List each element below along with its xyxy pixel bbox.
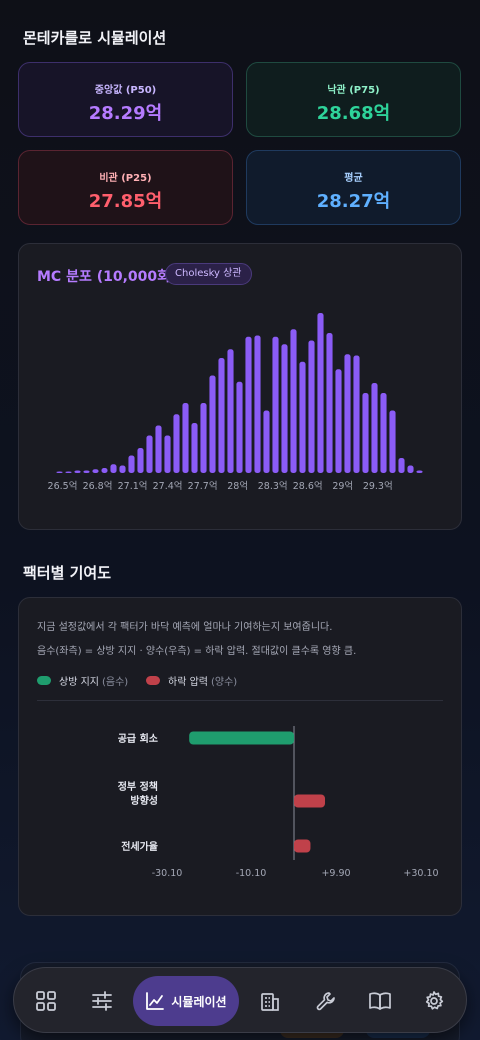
contrib-x-tick: -30.10 [152, 868, 183, 879]
histogram-bar [335, 369, 342, 473]
histogram-x-tick: 26.8억 [83, 480, 113, 492]
stat-label-p50: 중앙값 (P50) [94, 85, 157, 96]
nav-dashboard[interactable] [21, 976, 71, 1026]
histogram-bar [56, 471, 63, 473]
histogram-bar [101, 468, 108, 473]
contrib-bar [189, 731, 294, 745]
histogram-bar [137, 448, 144, 473]
stat-label-p75: 낙관 (P75) [327, 85, 380, 96]
gear-icon [425, 991, 444, 1010]
contrib-x-tick: +30.10 [403, 868, 438, 879]
histogram-x-tick: 28억 [227, 480, 248, 492]
histogram-bar [65, 471, 72, 473]
page-title: 몬테카를로 시뮬레이션 [23, 29, 167, 47]
sliders-icon [92, 991, 112, 1011]
book-icon [369, 992, 391, 1010]
nav-settings[interactable] [409, 976, 459, 1026]
wrench-icon [316, 992, 335, 1011]
contrib-x-tick: +9.90 [321, 868, 350, 879]
nav-simulation-label: 시뮬레이션 [171, 994, 227, 1009]
contrib-category-label: 공급 회소 [118, 732, 158, 745]
histogram-x-tick: 27.7억 [188, 480, 218, 492]
histogram-x-tick: 27.4억 [153, 480, 183, 492]
histogram-bar [110, 464, 117, 473]
histogram-bar [74, 470, 81, 473]
stat-value-p75: 28.68억 [316, 103, 391, 124]
histogram-bar [398, 458, 405, 473]
histogram-bar [344, 354, 351, 473]
histogram-bar [83, 470, 90, 473]
stat-card-p75: 낙관 (P75) 28.68억 [246, 62, 461, 137]
contrib-title: 팩터별 기여도 [23, 564, 112, 582]
stat-card-p50: 중앙값 (P50) 28.29억 [18, 62, 233, 137]
histogram-bar [245, 336, 252, 473]
histogram-bar [407, 465, 414, 473]
stat-value-mean: 28.27억 [316, 191, 391, 212]
histogram-bar [92, 469, 99, 473]
histogram-bar [263, 410, 270, 473]
stat-value-p50: 28.29억 [88, 103, 163, 124]
nav-guide[interactable] [355, 976, 405, 1026]
nav-simulation[interactable]: 시뮬레이션 [133, 976, 239, 1026]
contrib-category-label: 방향성 [130, 794, 158, 807]
histogram-bar [281, 344, 288, 473]
contrib-chart: 공급 회소정부 정책방향성전세가율 -30.10 -10.10 +9.90 +30.10 [118, 726, 439, 879]
histogram-bar [380, 393, 387, 473]
stat-label-p25: 비관 (P25) [99, 173, 152, 184]
histogram-bar [299, 361, 306, 473]
histogram-bar [308, 340, 315, 473]
contrib-bar [294, 839, 311, 853]
histogram-bar [218, 358, 225, 473]
building-icon [261, 993, 279, 1011]
histogram-bar [326, 333, 333, 473]
histogram-x-tick: 28.3억 [258, 480, 288, 492]
histogram-bar [371, 383, 378, 473]
histogram-bar [353, 355, 360, 473]
chart-line-icon [146, 992, 165, 1010]
histogram-bar [200, 403, 207, 473]
histogram-bar [254, 335, 261, 473]
histogram-bar [236, 381, 243, 473]
histogram-bar [146, 435, 153, 473]
contrib-x-tick: -10.10 [236, 868, 267, 879]
histogram-x-tick: 27.1억 [118, 480, 148, 492]
histogram-x-tick: 26.5억 [48, 480, 78, 492]
contrib-panel: 지금 설정값에서 각 팩터가 바닥 예측에 얼마나 기여하는지 보여줍니다. 음… [18, 597, 462, 916]
histogram-bar [416, 470, 423, 473]
histogram-x-tick: 29억 [332, 480, 353, 492]
histogram-bar [119, 465, 126, 473]
bottom-nav: 시뮬레이션 [13, 967, 467, 1033]
histogram-bar [182, 403, 189, 473]
histogram-bar [317, 313, 324, 473]
nav-building[interactable] [245, 976, 295, 1026]
cholesky-badge: Cholesky 상관 [165, 263, 252, 285]
histogram-x-tick: 28.6억 [293, 480, 323, 492]
stat-card-mean: 평균 28.27억 [246, 150, 461, 225]
nav-tools[interactable] [301, 976, 351, 1026]
histogram-bar [389, 410, 396, 473]
histogram-bar [164, 435, 171, 473]
nav-settings-sliders[interactable] [77, 976, 127, 1026]
histogram-title: MC 분포 (10,000회) [37, 269, 177, 285]
stat-label-mean: 평균 [344, 173, 363, 184]
histogram-chart: 26.5억 26.8억 27.1억 27.4억 27.7억 28억 28.3억 28.6억 29… [48, 313, 423, 492]
contrib-category-label: 정부 정책 [118, 780, 158, 793]
histogram-bar [173, 414, 180, 473]
histogram-bar [191, 423, 198, 473]
histogram-x-tick: 29.3억 [363, 480, 393, 492]
histogram-panel: 26.5억 26.8억 27.1억 27.4억 27.7억 28억 28.3억 28.6억 29… [18, 243, 462, 530]
dashboard-icon [36, 991, 56, 1011]
contrib-category-label: 전세가율 [121, 840, 158, 853]
histogram-bar [155, 425, 162, 473]
histogram-bar [362, 393, 369, 473]
histogram-bar [290, 329, 297, 473]
histogram-bar [209, 375, 216, 473]
histogram-bar [272, 336, 279, 473]
histogram-bar [128, 455, 135, 473]
stat-card-p25: 비관 (P25) 27.85억 [18, 150, 233, 225]
stat-value-p25: 27.85억 [88, 191, 163, 212]
histogram-bar [227, 349, 234, 473]
contrib-bar [294, 794, 326, 808]
